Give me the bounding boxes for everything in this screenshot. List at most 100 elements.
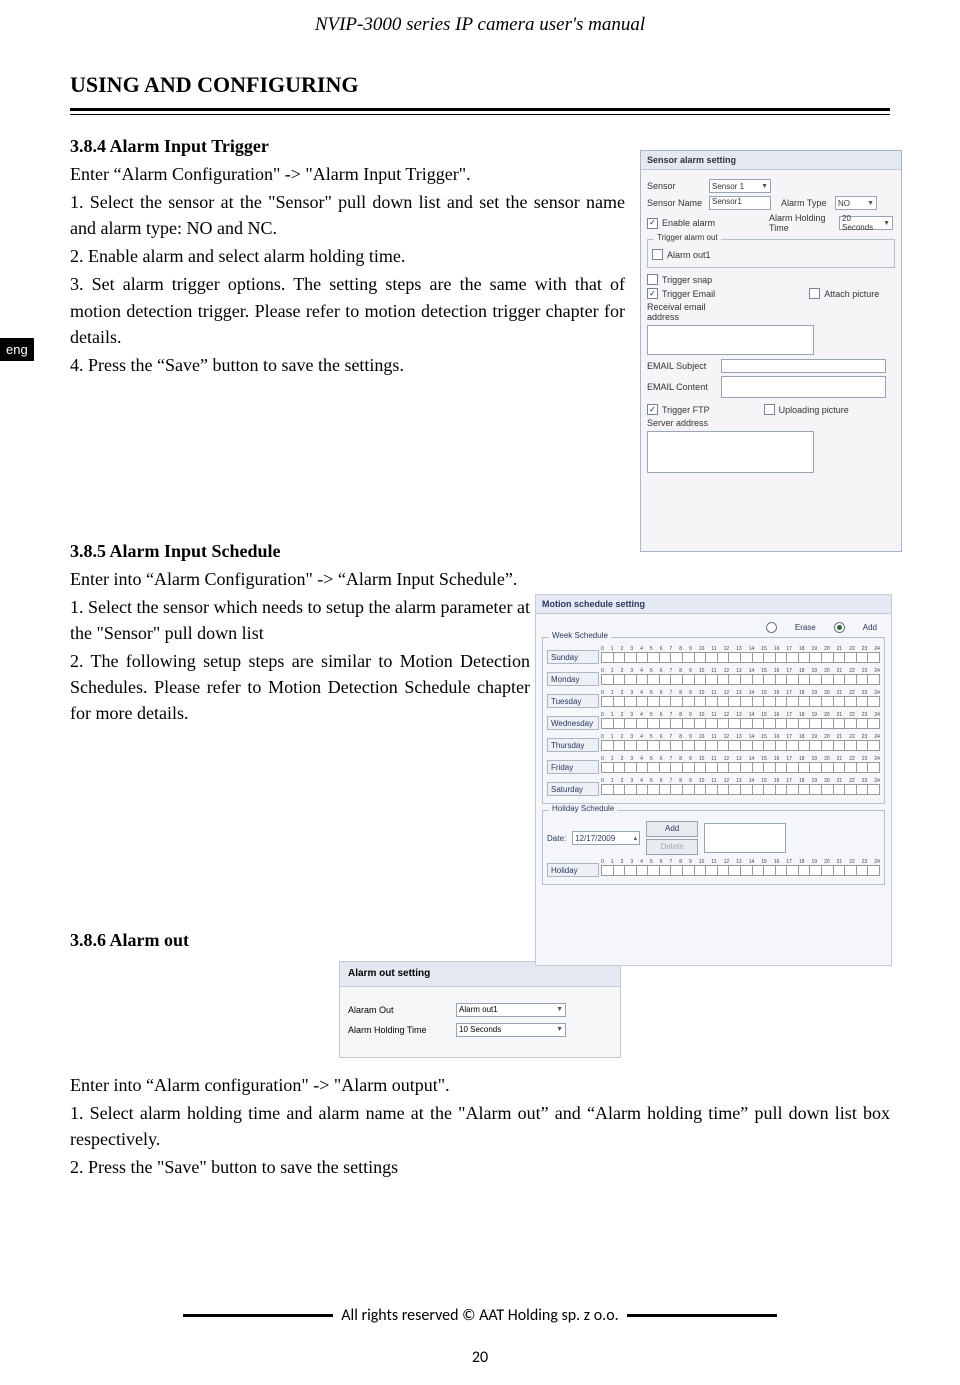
email-subject-label: EMAIL Subject [647, 361, 717, 371]
footer-text: All rights reserved © AAT Holding sp. z … [341, 1306, 618, 1325]
alarm-out-panel: Alarm out setting Alaram Out Alarm out1 … [339, 961, 621, 1059]
motion-schedule-panel: Motion schedule setting Erase Add Week S… [535, 594, 892, 966]
add-holiday-button[interactable]: Add [646, 821, 698, 837]
text: 1. Select the sensor which needs to setu… [70, 594, 530, 646]
group-legend: Week Schedule [549, 631, 611, 640]
sensor-name-input[interactable]: Sensor1 [709, 196, 771, 210]
text: Enter “Alarm Configuration" -> "Alarm In… [70, 161, 625, 187]
email-content-label: EMAIL Content [647, 382, 717, 392]
trigger-snap-checkbox[interactable] [647, 274, 658, 285]
attach-picture-checkbox[interactable] [809, 288, 820, 299]
text: 2. Enable alarm and select alarm holding… [70, 243, 625, 269]
alarm-type-select[interactable]: NO ▼ [835, 196, 877, 210]
page-header: NVIP-3000 series IP camera user's manual [70, 0, 890, 36]
chevron-down-icon: ▼ [556, 1005, 563, 1015]
text: Enter into “Alarm Configuration" -> “Ala… [70, 566, 530, 592]
day-label: Friday [547, 760, 599, 774]
text: 2. Press the "Save" button to save the s… [70, 1154, 890, 1180]
alarm-out-value: Alarm out1 [459, 1004, 498, 1016]
alarm-holding-label: Alarm Holding Time [348, 1024, 448, 1037]
group-legend: Trigger alarm out [654, 233, 721, 242]
text: Enter into “Alarm configuration" -> "Ala… [70, 1072, 890, 1098]
holiday-schedule-group: Holiday Schedule Date: 12/17/2009 ▴ Add … [542, 810, 885, 885]
footer: All rights reserved © AAT Holding sp. z … [0, 1306, 960, 1325]
email-content-input[interactable] [721, 376, 886, 398]
uploading-picture-checkbox[interactable] [764, 404, 775, 415]
holiday-timeline[interactable] [601, 865, 880, 876]
sensor-select[interactable]: Sensor 1 ▼ [709, 179, 771, 193]
schedule-timeline[interactable] [601, 718, 880, 729]
date-value: 12/17/2009 [575, 834, 615, 843]
trigger-ftp-label: Trigger FTP [662, 405, 710, 415]
panel-title: Motion schedule setting [536, 595, 891, 614]
schedule-timeline[interactable] [601, 784, 880, 795]
sensor-value: Sensor 1 [712, 182, 744, 191]
schedule-timeline[interactable] [601, 696, 880, 707]
alarm-holding-value: 10 Seconds [459, 1024, 501, 1036]
server-address-label: Server address [647, 418, 717, 428]
holding-time-label: Alarm Holding Time [769, 213, 835, 233]
add-radio[interactable] [834, 622, 845, 633]
schedule-timeline[interactable] [601, 740, 880, 751]
section-heading: USING AND CONFIGURING [70, 72, 890, 98]
text: 1. Select alarm holding time and alarm n… [70, 1100, 890, 1152]
day-label: Saturday [547, 782, 599, 796]
add-label: Add [863, 623, 877, 632]
trigger-ftp-checkbox[interactable]: ✓ [647, 404, 658, 415]
holding-time-value: 20 Seconds [842, 214, 879, 232]
alarm-type-label: Alarm Type [781, 198, 831, 208]
sensor-label: Sensor [647, 181, 705, 191]
date-picker[interactable]: 12/17/2009 ▴ [572, 831, 640, 845]
attach-picture-label: Attach picture [824, 289, 879, 299]
date-label: Date: [547, 834, 566, 843]
schedule-timeline[interactable] [601, 762, 880, 773]
holding-time-select[interactable]: 20 Seconds ▼ [839, 216, 893, 230]
alarm-type-value: NO [838, 199, 850, 208]
alarm-out1-checkbox[interactable] [652, 249, 663, 260]
trigger-snap-label: Trigger snap [662, 275, 712, 285]
holiday-listbox[interactable] [704, 823, 786, 853]
language-tab: eng [0, 338, 34, 361]
week-schedule-group: Week Schedule Sunday01234567891011121314… [542, 637, 885, 804]
server-address-textarea[interactable] [647, 431, 814, 473]
schedule-timeline[interactable] [601, 652, 880, 663]
day-label: Monday [547, 672, 599, 686]
text: 1. Select the sensor at the "Sensor" pul… [70, 189, 625, 241]
sensor-name-label: Sensor Name [647, 198, 705, 208]
text: 2. The following setup steps are similar… [70, 648, 530, 726]
sensor-alarm-panel: Sensor alarm setting Sensor Sensor 1 ▼ S… [640, 150, 902, 552]
trigger-alarm-out-group: Trigger alarm out Alarm out1 [647, 239, 895, 268]
divider [70, 108, 890, 115]
spinner-icon: ▴ [634, 834, 638, 842]
schedule-timeline[interactable] [601, 674, 880, 685]
day-label: Tuesday [547, 694, 599, 708]
chevron-down-icon: ▼ [556, 1025, 563, 1035]
chevron-down-icon: ▼ [867, 200, 874, 207]
page-number: 20 [0, 1348, 960, 1367]
email-subject-input[interactable] [721, 359, 886, 373]
delete-holiday-button[interactable]: Delete [646, 839, 698, 855]
enable-alarm-checkbox[interactable]: ✓ [647, 218, 658, 229]
erase-label: Erase [795, 623, 816, 632]
chevron-down-icon: ▼ [761, 183, 768, 190]
receival-email-label: Receival email address [647, 302, 737, 322]
text: 4. Press the “Save” button to save the s… [70, 352, 625, 378]
trigger-email-label: Trigger Email [662, 289, 715, 299]
panel-title: Sensor alarm setting [641, 151, 901, 170]
trigger-email-checkbox[interactable]: ✓ [647, 288, 658, 299]
day-label: Sunday [547, 650, 599, 664]
holiday-row-label: Holiday [547, 863, 599, 877]
enable-alarm-label: Enable alarm [662, 218, 715, 228]
alarm-out1-label: Alarm out1 [667, 250, 711, 260]
alarm-out-label: Alaram Out [348, 1004, 448, 1017]
day-label: Wednesday [547, 716, 599, 730]
chevron-down-icon: ▼ [883, 220, 890, 227]
alarm-out-select[interactable]: Alarm out1 ▼ [456, 1003, 566, 1017]
group-legend: Holiday Schedule [549, 804, 617, 813]
receival-email-textarea[interactable] [647, 325, 814, 355]
erase-radio[interactable] [766, 622, 777, 633]
text: 3. Set alarm trigger options. The settin… [70, 271, 625, 349]
uploading-picture-label: Uploading picture [779, 405, 849, 415]
day-label: Thursday [547, 738, 599, 752]
alarm-holding-select[interactable]: 10 Seconds ▼ [456, 1023, 566, 1037]
